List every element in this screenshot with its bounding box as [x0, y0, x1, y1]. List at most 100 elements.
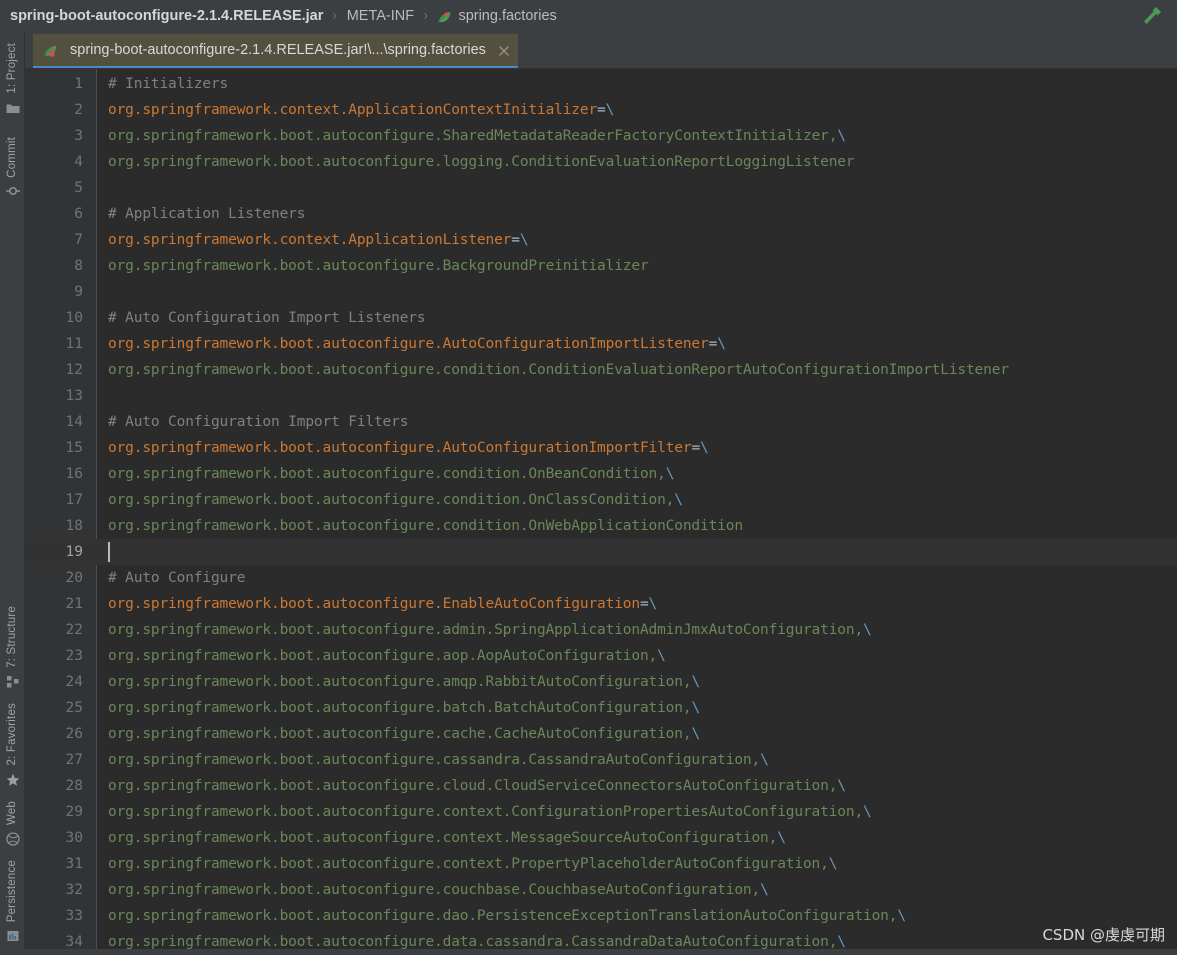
code-line-text: # Application Listeners: [108, 201, 305, 227]
code-line[interactable]: 14 # Auto Configuration Import Filters: [25, 409, 1177, 435]
code-line-text: org.springframework.boot.autoconfigure.B…: [108, 253, 649, 279]
code-line-text: org.springframework.boot.autoconfigure.l…: [108, 149, 855, 175]
code-line[interactable]: 29 org.springframework.boot.autoconfigure…: [25, 799, 1177, 825]
line-number: 1: [74, 76, 83, 92]
code-line[interactable]: 6 # Application Listeners: [25, 201, 1177, 227]
ide-window: spring-boot-autoconfigure-2.1.4.RELEASE.…: [0, 0, 1177, 955]
code-line[interactable]: 17 org.springframework.boot.autoconfigure…: [25, 487, 1177, 513]
code-token-eq: =: [639, 596, 649, 612]
code-line[interactable]: 5: [25, 175, 1177, 201]
code-token-value: org.springframework.boot.autoconfigure.B…: [108, 258, 649, 274]
breadcrumb-label-meta-inf: META-INF: [346, 7, 415, 24]
sidebar-item-structure[interactable]: 7: Structure: [0, 598, 25, 695]
globe-icon: [5, 832, 20, 846]
code-line[interactable]: 13: [25, 383, 1177, 409]
sidebar-item-favorites-label: 2: Favorites: [5, 703, 18, 766]
line-number: 21: [65, 596, 83, 612]
code-line[interactable]: 15 org.springframework.boot.autoconfigure…: [25, 435, 1177, 461]
code-token-key: org.springframework.boot.autoconfigure.E…: [108, 596, 640, 612]
code-line[interactable]: 26 org.springframework.boot.autoconfigure…: [25, 721, 1177, 747]
line-number: 11: [65, 336, 83, 352]
code-token-value: org.springframework.boot.autoconfigure.c…: [108, 752, 761, 768]
code-line[interactable]: 28 org.springframework.boot.autoconfigure…: [25, 773, 1177, 799]
code-line[interactable]: 2 org.springframework.context.Application…: [25, 97, 1177, 123]
code-token-value: org.springframework.boot.autoconfigure.b…: [108, 700, 692, 716]
code-line-text: org.springframework.boot.autoconfigure.c…: [108, 461, 674, 487]
code-token-comment: # Application Listeners: [108, 206, 306, 222]
text-caret: [108, 542, 110, 562]
code-line[interactable]: 10 # Auto Configuration Import Listeners: [25, 305, 1177, 331]
code-line-text: # Auto Configuration Import Filters: [108, 409, 408, 435]
line-number: 10: [65, 310, 83, 326]
sidebar-item-project[interactable]: 1: Project: [0, 31, 25, 121]
line-number: 25: [65, 700, 83, 716]
code-line-text: org.springframework.boot.autoconfigure.E…: [108, 591, 657, 617]
code-token-value: org.springframework.boot.autoconfigure.c…: [108, 492, 675, 508]
sidebar-item-commit-label: Commit: [5, 136, 18, 178]
sidebar-item-commit[interactable]: Commit: [0, 121, 25, 205]
breadcrumb-item-file[interactable]: spring.factories: [437, 7, 557, 24]
code-line[interactable]: 20 # Auto Configure: [25, 565, 1177, 591]
code-line-text: org.springframework.boot.autoconfigure.A…: [108, 331, 726, 357]
line-number: 32: [65, 882, 83, 898]
code-line[interactable]: 24 org.springframework.boot.autoconfigure…: [25, 669, 1177, 695]
code-token-esc: \: [837, 128, 846, 144]
code-line[interactable]: 1 # Initializers: [25, 71, 1177, 97]
code-token-esc: \: [700, 440, 709, 456]
breadcrumb-separator: ›: [333, 6, 337, 24]
code-editor[interactable]: 1 # Initializers 2 org.springframework.cont…: [25, 69, 1177, 955]
code-token-esc: \: [777, 830, 786, 846]
code-line[interactable]: 11 org.springframework.boot.autoconfigure…: [25, 331, 1177, 357]
code-line[interactable]: 21 org.springframework.boot.autoconfigure…: [25, 591, 1177, 617]
code-line[interactable]: 19: [25, 539, 1177, 565]
code-line[interactable]: 32 org.springframework.boot.autoconfigure…: [25, 877, 1177, 903]
code-line[interactable]: 30 org.springframework.boot.autoconfigure…: [25, 825, 1177, 851]
code-line-text: org.springframework.boot.autoconfigure.c…: [108, 877, 769, 903]
code-line[interactable]: 18 org.springframework.boot.autoconfigure…: [25, 513, 1177, 539]
code-line[interactable]: 8 org.springframework.boot.autoconfigure.…: [25, 253, 1177, 279]
code-line[interactable]: 31 org.springframework.boot.autoconfigure…: [25, 851, 1177, 877]
code-token-value: org.springframework.boot.autoconfigure.d…: [108, 908, 898, 924]
tool-window-stripe-top-group: 1: Project Commit: [0, 31, 25, 204]
code-token-key: org.springframework.context.ApplicationL…: [108, 232, 512, 248]
code-line[interactable]: 12 org.springframework.boot.autoconfigure…: [25, 357, 1177, 383]
line-number: 12: [65, 362, 83, 378]
star-icon: [6, 773, 20, 787]
commit-icon: [5, 184, 20, 198]
code-line[interactable]: 3 org.springframework.boot.autoconfigure.…: [25, 123, 1177, 149]
code-line[interactable]: 33 org.springframework.boot.autoconfigure…: [25, 903, 1177, 929]
line-number: 8: [74, 258, 83, 274]
code-line[interactable]: 22 org.springframework.boot.autoconfigure…: [25, 617, 1177, 643]
code-line[interactable]: 27 org.springframework.boot.autoconfigure…: [25, 747, 1177, 773]
sidebar-item-favorites[interactable]: 2: Favorites: [0, 695, 25, 792]
code-token-value: org.springframework.boot.autoconfigure.c…: [108, 466, 666, 482]
code-token-value: org.springframework.boot.autoconfigure.c…: [108, 856, 829, 872]
sidebar-item-persistence[interactable]: Persistence: [0, 852, 25, 955]
code-line[interactable]: 4 org.springframework.boot.autoconfigure.…: [25, 149, 1177, 175]
line-number: 2: [74, 102, 83, 118]
code-line[interactable]: 7 org.springframework.context.Application…: [25, 227, 1177, 253]
code-line[interactable]: 25 org.springframework.boot.autoconfigure…: [25, 695, 1177, 721]
code-token-esc: \: [691, 726, 701, 742]
editor-tab-spring-factories[interactable]: spring-boot-autoconfigure-2.1.4.RELEASE.…: [33, 34, 518, 66]
sidebar-item-project-label: 1: Project: [5, 43, 18, 94]
breadcrumb-bar: spring-boot-autoconfigure-2.1.4.RELEASE.…: [0, 0, 1177, 31]
code-token-key: org.springframework.boot.autoconfigure.A…: [108, 440, 692, 456]
breadcrumb-label-file: spring.factories: [458, 7, 557, 24]
breadcrumb-item-meta-inf[interactable]: META-INF: [347, 8, 414, 24]
hammer-icon[interactable]: [1137, 4, 1163, 28]
breadcrumb-item-jar[interactable]: spring-boot-autoconfigure-2.1.4.RELEASE.…: [10, 8, 323, 24]
code-line-text: org.springframework.boot.autoconfigure.c…: [108, 825, 786, 851]
line-number: 4: [74, 154, 83, 170]
code-token-value: org.springframework.boot.autoconfigure.c…: [108, 518, 743, 534]
code-line[interactable]: 23 org.springframework.boot.autoconfigure…: [25, 643, 1177, 669]
code-token-esc: \: [674, 492, 683, 508]
code-line-text: org.springframework.boot.autoconfigure.c…: [108, 799, 872, 825]
sidebar-item-web[interactable]: Web: [0, 793, 25, 852]
code-line[interactable]: 9: [25, 279, 1177, 305]
close-icon[interactable]: [498, 44, 510, 56]
code-token-esc: \: [657, 648, 666, 664]
code-line[interactable]: 16 org.springframework.boot.autoconfigure…: [25, 461, 1177, 487]
code-line-text: org.springframework.boot.autoconfigure.c…: [108, 513, 743, 539]
code-token-esc: \: [665, 466, 675, 482]
